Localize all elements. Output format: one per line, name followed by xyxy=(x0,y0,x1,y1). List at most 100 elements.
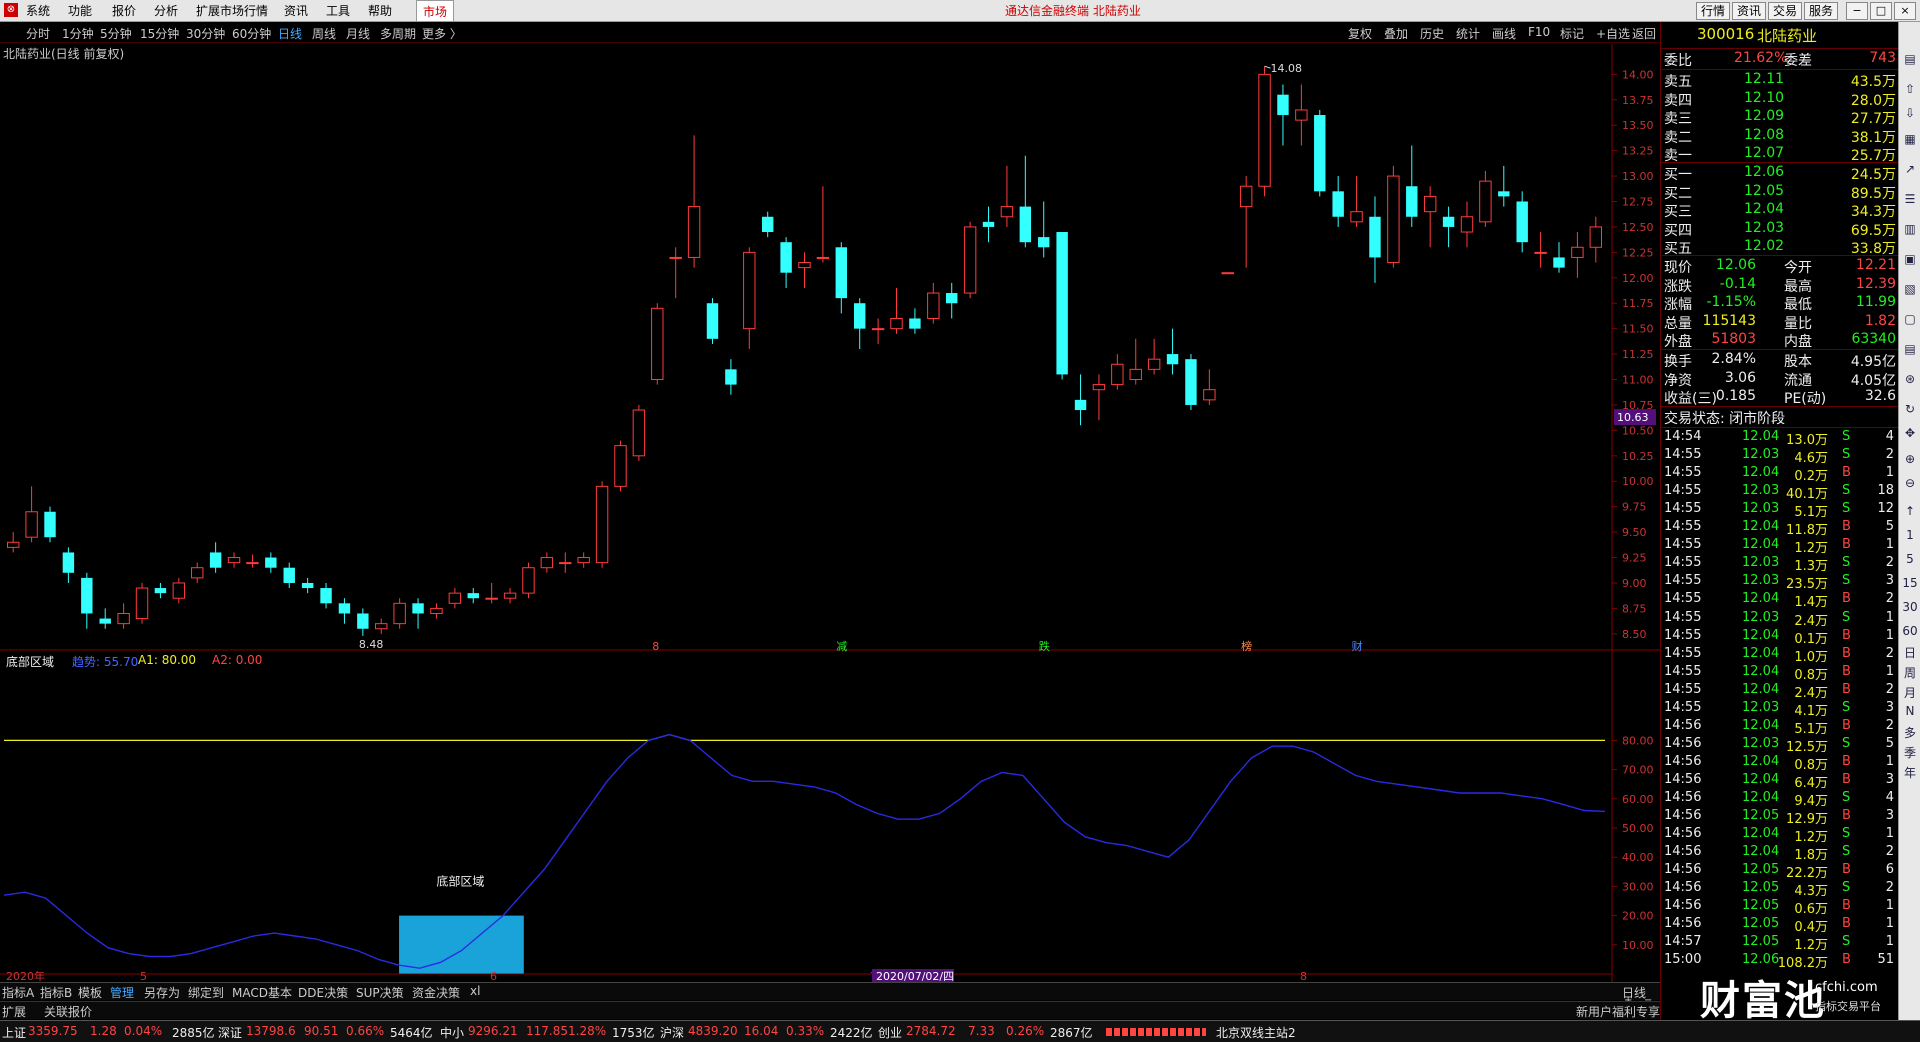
tab-dde[interactable]: DDE决策 xyxy=(298,984,348,1001)
candle-body[interactable] xyxy=(632,409,646,457)
candle-body[interactable] xyxy=(1129,368,1142,381)
candle-body[interactable] xyxy=(927,292,940,319)
tab-fund[interactable]: 资金决策 xyxy=(412,984,460,1001)
candle-body[interactable] xyxy=(706,303,719,339)
sidebar-doc-icon[interactable]: ▤ xyxy=(1902,342,1918,356)
period-daily[interactable]: 日线 xyxy=(278,25,302,42)
bid-row[interactable]: 买二 12.05 89.5万 xyxy=(1664,183,1896,202)
candle-body[interactable] xyxy=(816,256,830,259)
top-button-trade[interactable]: 交易 xyxy=(1768,2,1803,20)
menu-market-tab[interactable]: 市场 xyxy=(416,0,455,22)
indicator-chart[interactable]: 80.00 70.00 60.00 50.00 40.00 30.00 20.00 10.00… xyxy=(0,652,1660,982)
candle-body[interactable] xyxy=(761,216,774,233)
candle-body[interactable] xyxy=(338,603,351,614)
candle-body[interactable] xyxy=(25,511,38,538)
candle-body[interactable] xyxy=(780,242,792,273)
candle-body[interactable] xyxy=(614,445,627,487)
candle-body[interactable] xyxy=(982,221,995,227)
candle-body[interactable] xyxy=(1423,195,1437,213)
bid-row[interactable]: 买五 12.02 33.8万 xyxy=(1664,238,1896,257)
sidebar-period-week[interactable]: 周 xyxy=(1902,664,1918,681)
ask-row[interactable]: 卖四 12.10 28.0万 xyxy=(1664,90,1896,109)
bid-row[interactable]: 买三 12.04 34.3万 xyxy=(1664,201,1896,220)
sidebar-refresh-icon[interactable]: ↻ xyxy=(1902,402,1918,416)
menu-tools[interactable]: 工具 xyxy=(326,0,350,22)
tab-save-as[interactable]: 另存为 xyxy=(144,984,180,1001)
candle-body[interactable] xyxy=(265,557,277,568)
index-sh-name[interactable]: 上证 xyxy=(2,1024,26,1041)
sidebar-grid-icon[interactable]: ▦ xyxy=(1902,132,1918,146)
candle-body[interactable] xyxy=(357,613,369,629)
candle-body[interactable] xyxy=(1589,226,1603,248)
toolbar-add-favorite[interactable]: +自选 xyxy=(1596,25,1630,42)
candle-body[interactable] xyxy=(1442,216,1455,227)
toolbar-mark[interactable]: 标记 xyxy=(1560,25,1584,42)
candle-body[interactable] xyxy=(1479,180,1492,223)
tab-manage[interactable]: 管理 xyxy=(110,984,134,1001)
sidebar-calc-icon[interactable]: ▧ xyxy=(1902,282,1918,296)
candle-body[interactable] xyxy=(909,318,921,329)
period-more[interactable]: 更多 〉 xyxy=(422,25,462,42)
candle-body[interactable] xyxy=(246,562,259,565)
ask-row[interactable]: 卖五 12.11 43.5万 xyxy=(1664,71,1896,90)
event-marker[interactable]: 财 xyxy=(1352,639,1363,652)
menu-help[interactable]: 帮助 xyxy=(368,0,392,22)
bid-row[interactable]: 买四 12.03 69.5万 xyxy=(1664,220,1896,239)
top-button-news[interactable]: 资讯 xyxy=(1732,2,1767,20)
candle-body[interactable] xyxy=(283,567,295,583)
tab-bind-to[interactable]: 绑定到 xyxy=(188,984,224,1001)
candle-body[interactable] xyxy=(1553,257,1565,268)
candle-body[interactable] xyxy=(62,552,75,573)
candle-body[interactable] xyxy=(1332,191,1344,217)
toolbar-back[interactable]: 返回 xyxy=(1632,25,1656,42)
candle-body[interactable] xyxy=(99,618,111,624)
candle-body[interactable] xyxy=(687,206,701,258)
sidebar-list-icon[interactable]: ☰ xyxy=(1902,192,1918,206)
sidebar-up-icon[interactable]: ⇧ xyxy=(1902,82,1918,96)
ask-row[interactable]: 卖二 12.08 38.1万 xyxy=(1664,127,1896,146)
candle-body[interactable] xyxy=(1277,94,1289,116)
period-30min[interactable]: 30分钟 xyxy=(186,25,225,42)
candle-body[interactable] xyxy=(798,262,811,269)
candle-body[interactable] xyxy=(559,562,572,565)
tab-sup[interactable]: SUP决策 xyxy=(356,984,404,1001)
candle-body[interactable] xyxy=(1258,73,1271,187)
candle-body[interactable] xyxy=(375,623,388,630)
tab-indicator-a[interactable]: 指标A xyxy=(2,984,34,1001)
candle-body[interactable] xyxy=(1147,358,1161,370)
sidebar-move-icon[interactable]: ✥ xyxy=(1902,426,1918,440)
candle-body[interactable] xyxy=(393,602,406,625)
index-cy-name[interactable]: 创业 xyxy=(878,1024,902,1041)
sidebar-period-5[interactable]: 5 xyxy=(1902,552,1918,566)
candle-body[interactable] xyxy=(1460,216,1474,233)
sidebar-down-icon[interactable]: ⇩ xyxy=(1902,106,1918,120)
toolbar-history[interactable]: 历史 xyxy=(1420,25,1444,42)
candle-body[interactable] xyxy=(1019,206,1032,243)
candle-body[interactable] xyxy=(301,582,314,589)
sidebar-period-multi[interactable]: 多 xyxy=(1902,724,1918,741)
event-marker[interactable]: 跌 xyxy=(1039,639,1050,652)
period-intraday[interactable]: 分时 xyxy=(26,25,50,42)
candle-body[interactable] xyxy=(1221,272,1234,275)
candle-body[interactable] xyxy=(448,592,462,604)
close-icon[interactable]: × xyxy=(1894,2,1916,20)
candle-body[interactable] xyxy=(1239,185,1253,208)
candle-body[interactable] xyxy=(172,582,186,599)
sidebar-zoom-in-icon[interactable]: ⊕ xyxy=(1902,452,1918,466)
candle-body[interactable] xyxy=(854,303,866,329)
candle-body[interactable] xyxy=(503,592,517,599)
period-60min[interactable]: 60分钟 xyxy=(232,25,271,42)
candle-body[interactable] xyxy=(467,593,479,599)
sidebar-zoom-out-icon[interactable]: ⊖ xyxy=(1902,476,1918,490)
period-1min[interactable]: 1分钟 xyxy=(62,25,94,42)
sidebar-period-30[interactable]: 30 xyxy=(1902,600,1918,614)
candle-body[interactable] xyxy=(81,577,93,614)
menu-quote[interactable]: 报价 xyxy=(112,0,136,22)
bottom-zone-bar[interactable] xyxy=(399,915,524,974)
sidebar-book-icon[interactable]: ▣ xyxy=(1902,252,1918,266)
ask-row[interactable]: 卖三 12.09 27.7万 xyxy=(1664,108,1896,127)
candle-body[interactable] xyxy=(1516,201,1528,243)
toolbar-adjust[interactable]: 复权 xyxy=(1348,25,1372,42)
candle-body[interactable] xyxy=(835,247,848,299)
event-marker[interactable]: 减 xyxy=(836,640,847,652)
